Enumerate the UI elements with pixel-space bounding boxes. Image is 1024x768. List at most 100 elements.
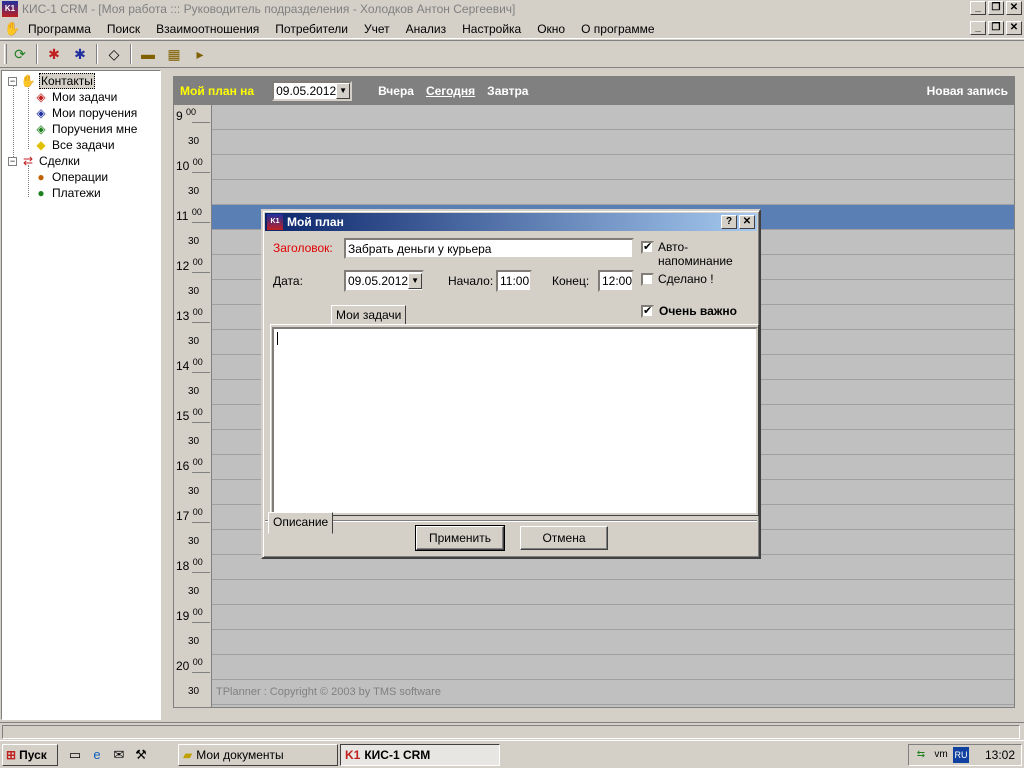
tree-line (28, 165, 29, 197)
today-link[interactable]: Сегодня (426, 84, 475, 98)
start-label: Начало: (448, 274, 494, 288)
planner-header: Мой план на 09.05.2012 ▼ Вчера Сегодня З… (174, 77, 1014, 105)
time-hour-label: 14 00 (176, 357, 203, 373)
taskbar-item-crm[interactable]: K1 КИС-1 CRM (340, 744, 500, 766)
tree-item-payments[interactable]: ● Платежи (30, 185, 101, 201)
start-button[interactable]: ⊞ Пуск (2, 743, 58, 766)
window-title: КИС-1 CRM - [Моя работа ::: Руководитель… (22, 2, 516, 16)
menu-search[interactable]: Поиск (99, 19, 148, 39)
start-label: Пуск (19, 747, 47, 762)
menu-accounting[interactable]: Учет (356, 19, 398, 39)
time-slot[interactable] (212, 105, 1014, 130)
auto-reminder-checkbox[interactable]: ✔ (641, 241, 654, 254)
mdi-minimize-button[interactable]: _ (970, 21, 986, 35)
time-hour-label: 20 00 (176, 657, 203, 673)
dialog-title-bar[interactable]: K1 Мой план ? ✕ (265, 213, 757, 231)
time-hour-label: 10 00 (176, 157, 203, 173)
time-slot[interactable] (212, 655, 1014, 680)
time-half-label: 30 (188, 336, 200, 347)
tab-my-tasks[interactable]: Мои задачи (331, 305, 407, 325)
time-half-label: 30 (188, 536, 200, 547)
menu-program[interactable]: Программа (20, 19, 99, 39)
tree-label: Мои задачи (52, 90, 118, 104)
vmware-icon[interactable]: vm (933, 747, 949, 763)
network-icon[interactable]: ⇆ (913, 747, 929, 763)
plan-date-picker[interactable]: 09.05.2012 ▼ (272, 81, 353, 101)
menu-consumers[interactable]: Потребители (267, 19, 356, 39)
time-hour-label: 11 00 (176, 207, 202, 223)
taskbar-item-my-documents[interactable]: ▰ Мои документы (178, 744, 338, 766)
mdi-close-button[interactable]: ✕ (1006, 21, 1022, 35)
menu-about[interactable]: О программе (573, 19, 662, 39)
time-slot[interactable] (212, 155, 1014, 180)
time-hour-label: 18 00 (176, 557, 203, 573)
time-slot[interactable] (212, 630, 1014, 655)
tree-item-my-tasks[interactable]: ◈ Мои задачи (30, 89, 117, 105)
toolbar-grip[interactable] (4, 44, 7, 64)
time-slot[interactable] (212, 580, 1014, 605)
tree-label: Платежи (52, 186, 101, 200)
menu-settings[interactable]: Настройка (454, 19, 529, 39)
hand-icon: ✋ (4, 20, 21, 36)
browser-icon[interactable]: e (88, 746, 106, 764)
plan-label: Мой план на (180, 84, 255, 98)
very-important-checkbox[interactable]: ✔ (641, 305, 654, 318)
help-button[interactable]: ? (721, 215, 737, 229)
my-plan-dialog: K1 Мой план ? ✕ Заголовок: Забрать деньг… (261, 209, 761, 559)
tree-item-all-tasks[interactable]: ◆ Все задачи (30, 137, 114, 153)
time-half-label: 30 (188, 236, 200, 247)
dropdown-arrow-icon[interactable]: ▼ (408, 273, 422, 289)
menu-analysis[interactable]: Анализ (398, 19, 455, 39)
tree-item-assignments-to-me[interactable]: ◈ Поручения мне (30, 121, 137, 137)
tree-item-contacts[interactable]: − ✋ Контакты (8, 73, 95, 89)
date-picker[interactable]: 09.05.2012 ▼ (344, 270, 424, 292)
tree-item-deals[interactable]: − ⇄ Сделки (8, 153, 80, 169)
cancel-button[interactable]: Отмена (520, 526, 608, 550)
title-bar: K1 КИС-1 CRM - [Моя работа ::: Руководит… (0, 0, 1024, 18)
new-record-link[interactable]: Новая запись (927, 84, 1008, 98)
restore-button[interactable]: ❐ (988, 1, 1004, 15)
taskbar: ⊞ Пуск ▭ e ✉ ⚒ ▰ Мои документы K1 КИС-1 … (0, 740, 1024, 768)
tab-description[interactable]: Описание (268, 512, 334, 534)
add-operation-icon[interactable]: ▦ (163, 43, 185, 65)
time-slot[interactable] (212, 130, 1014, 155)
time-tick (192, 372, 210, 373)
minimize-button[interactable]: _ (970, 1, 986, 15)
time-slot[interactable] (212, 605, 1014, 630)
language-indicator[interactable]: RU (953, 747, 969, 763)
description-textarea[interactable] (272, 327, 758, 515)
close-button[interactable]: ✕ (1006, 1, 1022, 15)
start-time-field[interactable]: 11:00 (496, 270, 532, 292)
refresh-icon[interactable]: ⟳ (9, 43, 31, 65)
mdi-restore-button[interactable]: ❐ (988, 21, 1004, 35)
desktop-icon[interactable]: ▭ (66, 746, 84, 764)
subject-field[interactable]: Забрать деньги у курьера (344, 238, 634, 259)
menu-relations[interactable]: Взаимоотношения (148, 19, 267, 39)
tree-item-operations[interactable]: ● Операции (30, 169, 108, 185)
collapse-icon[interactable]: − (8, 76, 17, 86)
task-list-icon[interactable]: ◇ (103, 43, 125, 65)
apply-button[interactable]: Применить (415, 525, 505, 551)
collapse-icon[interactable]: − (8, 156, 17, 166)
dialog-title: Мой план (287, 215, 344, 229)
navigation-tree: − ✋ Контакты ◈ Мои задачи ◈ Мои поручени… (1, 70, 161, 720)
yesterday-link[interactable]: Вчера (378, 84, 414, 98)
tools-icon[interactable]: ⚒ (132, 746, 150, 764)
add-payment-icon[interactable]: ▸ (189, 43, 211, 65)
menu-window[interactable]: Окно (529, 19, 573, 39)
hand-icon: ✋ (20, 74, 36, 88)
status-pane (2, 725, 1020, 739)
end-time-field[interactable]: 12:00 (598, 270, 634, 292)
dialog-controls: ? ✕ (721, 215, 755, 229)
new-assignment-icon[interactable]: ✱ (69, 43, 91, 65)
time-tick (192, 622, 210, 623)
tree-item-my-assignments[interactable]: ◈ Мои поручения (30, 105, 137, 121)
dropdown-arrow-icon[interactable]: ▼ (336, 83, 351, 99)
dialog-close-button[interactable]: ✕ (739, 215, 755, 229)
outlook-icon[interactable]: ✉ (110, 746, 128, 764)
done-checkbox[interactable] (641, 273, 654, 286)
add-deal-icon[interactable]: ▬ (137, 43, 159, 65)
time-slot[interactable] (212, 180, 1014, 205)
new-task-icon[interactable]: ✱ (43, 43, 65, 65)
tomorrow-link[interactable]: Завтра (487, 84, 528, 98)
